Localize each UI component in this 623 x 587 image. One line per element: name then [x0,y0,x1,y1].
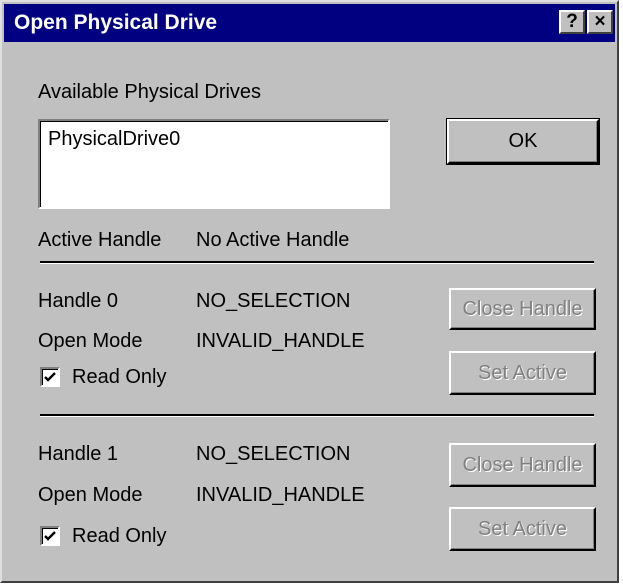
handle1-close-handle-button[interactable]: Close Handle [449,443,596,487]
active-handle-value: No Active Handle [196,229,350,251]
handle1-set-active-button[interactable]: Set Active [449,507,596,551]
handle1-label: Handle 1 [38,443,119,465]
drives-listbox[interactable]: PhysicalDrive0 [38,119,390,209]
list-item[interactable]: PhysicalDrive0 [48,127,180,151]
handle0-readonly-checkbox[interactable] [40,367,60,387]
handle0-set-active-button[interactable]: Set Active [449,351,596,395]
dialog-window: Open Physical Drive ? × Available Physic… [0,0,619,583]
handle0-readonly-label[interactable]: Read Only [72,365,167,389]
handle1-value: NO_SELECTION [196,443,351,465]
help-button[interactable]: ? [559,10,585,34]
handle0-label: Handle 0 [38,290,119,312]
window-title: Open Physical Drive [14,11,218,34]
drives-label: Available Physical Drives [38,81,262,103]
handle1-mode-value: INVALID_HANDLE [196,484,365,506]
handle0-value: NO_SELECTION [196,290,351,312]
handle1-readonly-label[interactable]: Read Only [72,524,167,548]
separator-top [40,261,594,264]
checkmark-icon [44,531,56,541]
active-handle-label: Active Handle [38,229,162,251]
handle1-readonly-checkbox[interactable] [40,526,60,546]
handle1-mode-label: Open Mode [38,484,143,506]
handle0-mode-value: INVALID_HANDLE [196,330,365,352]
ok-button[interactable]: OK [446,118,600,165]
title-bar[interactable]: Open Physical Drive ? × [4,4,615,42]
close-button[interactable]: × [587,10,613,34]
handle0-mode-label: Open Mode [38,330,143,352]
separator-bottom [40,414,594,417]
handle0-close-handle-button[interactable]: Close Handle [449,288,596,330]
checkmark-icon [44,372,56,382]
